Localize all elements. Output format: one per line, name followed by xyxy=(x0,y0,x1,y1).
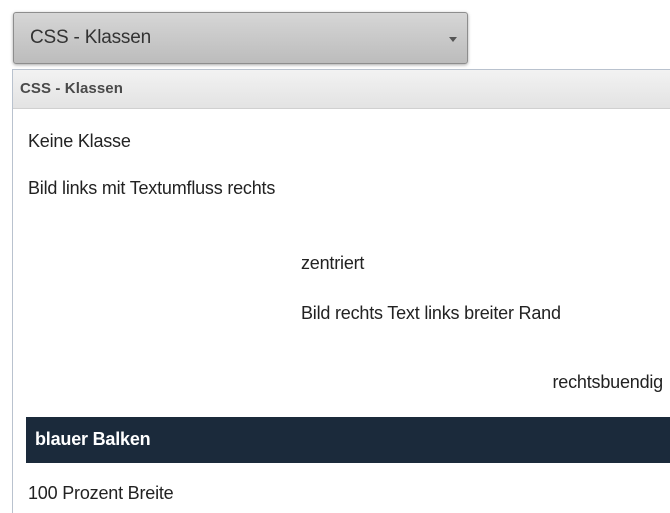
option-zentriert[interactable]: zentriert xyxy=(301,253,364,274)
css-class-dropdown-list: CSS - Klassen Keine Klasse Bild links mi… xyxy=(12,69,670,513)
option-100-prozent-breite[interactable]: 100 Prozent Breite xyxy=(28,483,174,504)
combo-label: CSS - Klassen xyxy=(30,27,151,48)
option-blauer-balken-label: blauer Balken xyxy=(35,429,151,449)
option-rechtsbuendig[interactable]: rechtsbuendig xyxy=(553,372,664,393)
css-class-combo-button[interactable]: CSS - Klassen xyxy=(13,12,468,64)
option-bild-rechts-text-links-breiter-rand[interactable]: Bild rechts Text links breiter Rand xyxy=(301,303,561,324)
option-keine-klasse[interactable]: Keine Klasse xyxy=(28,131,131,152)
option-bild-links-mit-textumfluss-rechts[interactable]: Bild links mit Textumfluss rechts xyxy=(28,178,275,199)
css-class-picker: CSS - Klassen CSS - Klassen Keine Klasse… xyxy=(0,0,670,513)
caret-down-icon xyxy=(449,37,457,42)
dropdown-group-header-label: CSS - Klassen xyxy=(20,80,124,97)
option-blauer-balken[interactable]: blauer Balken xyxy=(26,417,670,463)
dropdown-group-header: CSS - Klassen xyxy=(13,70,670,109)
